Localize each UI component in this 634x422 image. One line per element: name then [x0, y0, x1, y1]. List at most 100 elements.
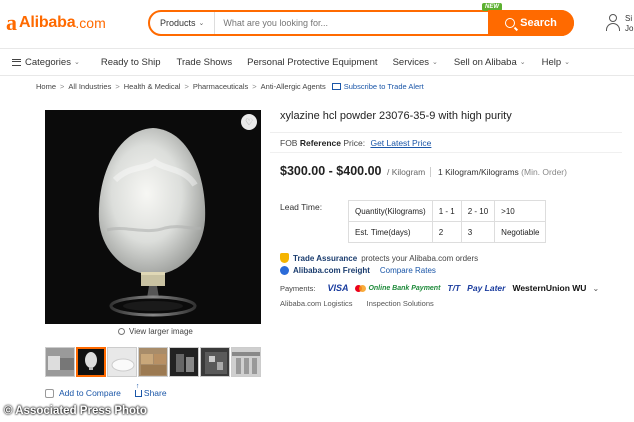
nav-ppe[interactable]: Personal Protective Equipment [247, 57, 377, 68]
lead-time-table: Quantity(Kilograms) 1 - 1 2 - 10 >10 Est… [348, 200, 547, 243]
search-icon [505, 18, 516, 28]
trade-assurance-row: Trade Assurance protects your Alibaba.co… [280, 253, 478, 263]
chevron-down-icon: ⌄ [564, 59, 571, 66]
thumb-image [141, 354, 166, 375]
fob-prefix: FOB [280, 138, 298, 148]
table-cell: Quantity(Kilograms) [348, 200, 433, 222]
product-title: xylazine hcl powder 23076-35-9 with high… [280, 110, 512, 122]
add-to-compare-link[interactable]: Add to Compare [59, 388, 121, 398]
product-photo [45, 110, 261, 324]
breadcrumb-item[interactable]: Home [36, 82, 56, 91]
logo-text: Alibaba [19, 14, 76, 31]
logo-suffix: .com [75, 15, 106, 31]
trade-assurance-text: protects your Alibaba.com orders [361, 253, 479, 263]
share-label: Share [143, 388, 167, 398]
nav-trade-shows[interactable]: Trade Shows [177, 57, 233, 68]
nav-label: Sell on Alibaba [453, 56, 517, 68]
table-cell: 2 [431, 221, 462, 243]
table-cell: 1 - 1 [431, 200, 462, 222]
compare-checkbox[interactable] [45, 388, 54, 398]
mail-icon [331, 83, 341, 90]
nav-label: Help [541, 56, 562, 68]
thumbnail-strip [45, 347, 261, 377]
user-account[interactable]: Si Jo [606, 12, 634, 38]
compare-share-row: Add to Compare Share [45, 383, 167, 398]
payments-label: Payments: [280, 283, 316, 293]
logistics-link[interactable]: Alibaba.com Logistics [280, 299, 353, 308]
nav-label: Trade Shows [176, 56, 233, 68]
fob-price-row: FOB Reference Price: Get Latest Price [280, 138, 431, 148]
mastercard-icon [355, 284, 367, 292]
user-line-1: Si [625, 14, 633, 23]
nav-sell[interactable]: Sell on Alibaba ⌄ [454, 57, 526, 68]
payments-row: Payments: VISA Online Bank Payment T/T P… [280, 283, 599, 293]
thumbnail[interactable] [138, 347, 168, 377]
thumb-image [85, 352, 97, 370]
alibaba-logo[interactable]: a Alibaba .com [6, 12, 106, 34]
thumbnail[interactable] [169, 347, 199, 377]
price-range: $300.00 - $400.00 / Kilogram [280, 164, 425, 178]
chevron-down-icon: ⌄ [519, 59, 526, 66]
breadcrumb-item[interactable]: Health & Medical [124, 82, 181, 91]
trade-assurance-label[interactable]: Trade Assurance [293, 254, 357, 263]
western-union-logo: WesternUnion WU [512, 283, 587, 293]
price-unit: / Kilogram [386, 167, 426, 177]
subscribe-trade-alert-link[interactable]: Subscribe to Trade Alert [331, 82, 424, 91]
chevron-down-icon: ⌄ [198, 20, 205, 27]
nav-help[interactable]: Help ⌄ [542, 57, 570, 68]
photo-credit-watermark: © Associated Press Photo [4, 405, 147, 417]
breadcrumb-item[interactable]: Pharmaceuticals [193, 82, 248, 91]
get-latest-price-link[interactable]: Get Latest Price [370, 138, 431, 148]
nav-services[interactable]: Services ⌄ [393, 57, 438, 68]
breadcrumb-item[interactable]: Anti-Allergic Agents [261, 82, 326, 91]
search-button-label: Search [520, 17, 557, 29]
share-icon [134, 383, 142, 397]
nav-label: Ready to Ship [100, 56, 161, 68]
visa-logo: VISA [327, 283, 349, 293]
nav-ready-to-ship[interactable]: Ready to Ship [101, 57, 161, 68]
thumbnail[interactable] [200, 347, 230, 377]
lead-time-label: Lead Time: [280, 202, 323, 212]
nav-categories[interactable]: Categories ⌄ [12, 57, 80, 68]
thumbnail[interactable] [76, 347, 106, 377]
thumb-image [232, 352, 260, 374]
search-category-select[interactable]: Products ⌄ [150, 12, 216, 34]
menu-icon [12, 58, 21, 66]
chevron-right-icon: > [60, 82, 65, 91]
freight-row: Alibaba.com Freight Compare Rates [280, 266, 436, 275]
search-category-label: Products [160, 18, 196, 28]
user-line-2: Jo [625, 24, 634, 33]
search-button[interactable]: Search [488, 10, 574, 36]
share-button[interactable]: Share [134, 383, 167, 398]
nav-categories-label: Categories [25, 56, 71, 68]
chevron-right-icon: > [115, 82, 120, 91]
nav-label: Personal Protective Equipment [247, 56, 378, 68]
compare-rates-link[interactable]: Compare Rates [380, 266, 436, 275]
user-sign-in-text: Si Jo [625, 14, 633, 34]
table-cell: 3 [460, 221, 496, 243]
online-bank-payment-logo: Online Bank Payment [368, 284, 441, 292]
user-icon [606, 14, 620, 32]
price-value: $300.00 - $400.00 [280, 164, 382, 178]
min-order: 1 Kilogram/Kilograms (Min. Order) [430, 167, 567, 177]
breadcrumb: Home > All Industries > Health & Medical… [36, 82, 424, 91]
search-bar: Products ⌄ NEW Search [148, 3, 574, 36]
thumb-image [176, 354, 194, 372]
table-row: Est. Time(days) 2 3 Negotiable [348, 221, 547, 243]
view-larger-image[interactable]: View larger image [118, 327, 193, 336]
pay-later-logo: Pay Later [467, 283, 506, 293]
chevron-down-icon[interactable]: ⌄ [592, 284, 599, 293]
favorite-heart-icon[interactable]: ♡ [241, 114, 257, 130]
zoom-icon [118, 328, 125, 335]
nav-label: Services [392, 56, 430, 68]
table-cell: Negotiable [494, 221, 547, 243]
breadcrumb-item[interactable]: All Industries [68, 82, 111, 91]
thumbnail[interactable] [107, 347, 137, 377]
chevron-right-icon: > [184, 82, 189, 91]
thumbnail[interactable] [45, 347, 75, 377]
chevron-right-icon: > [252, 82, 257, 91]
chevron-down-icon: ⌄ [73, 59, 80, 66]
inspection-link[interactable]: Inspection Solutions [367, 299, 434, 308]
product-main-image[interactable]: ♡ [45, 110, 261, 324]
thumbnail[interactable] [231, 347, 261, 377]
